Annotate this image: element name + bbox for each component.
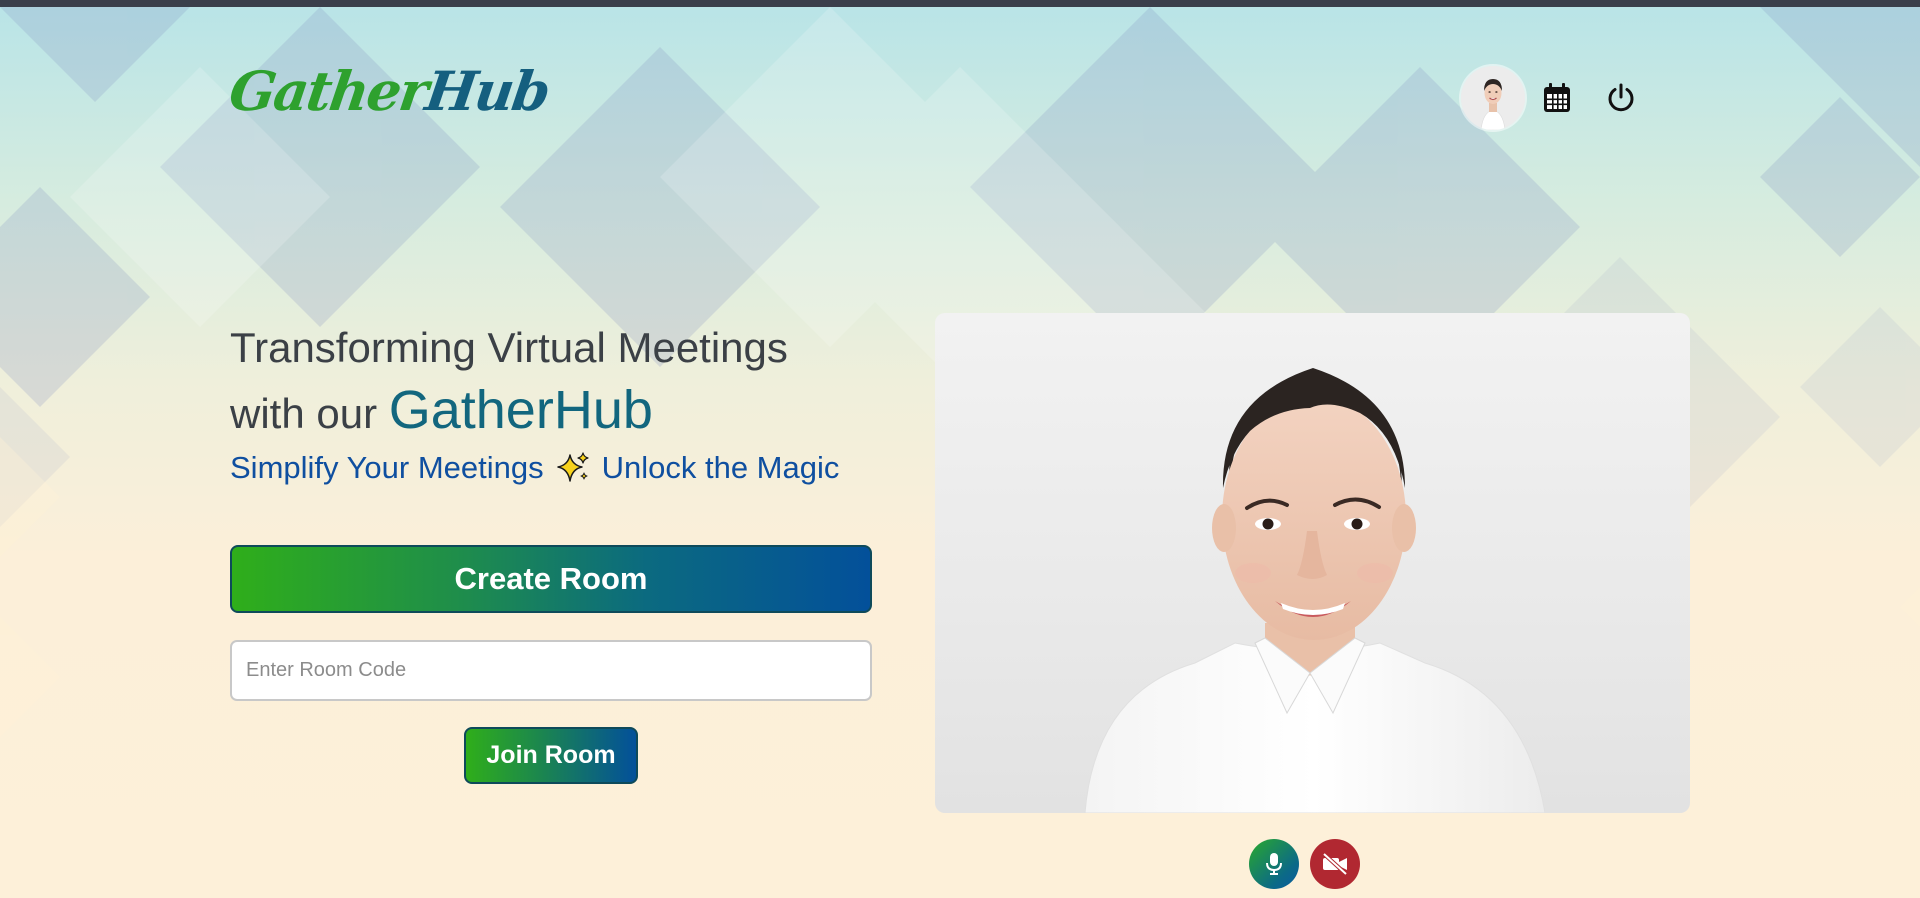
tagline-right: Unlock the Magic [601,450,840,485]
logo-text-gather: Gather [225,59,431,123]
avatar-portrait [1461,66,1525,130]
hero-title-prefix: with our [230,390,378,437]
tagline-left: Simplify Your Meetings [230,450,544,485]
gatherhub-logo[interactable]: GatherHub [226,59,553,123]
power-icon [1608,83,1634,112]
hero-title: Transforming Virtual Meetings with our G… [230,317,788,445]
hero-title-line1: Transforming Virtual Meetings [230,324,788,371]
calendar-button[interactable] [1537,78,1577,118]
logo-text-hub: Hub [421,59,553,123]
hero-title-line2: with our GatherHub [230,379,788,445]
tagline: Simplify Your Meetings Unlock the Magic [230,450,839,486]
logout-button[interactable] [1601,78,1641,118]
microphone-icon [1266,853,1282,875]
hero-title-brand: GatherHub [388,380,653,440]
create-room-button[interactable]: Create Room [230,545,872,613]
landing-page: GatherHub Transforming Virtual Meetings … [0,7,1920,898]
calendar-icon [1544,83,1570,112]
video-preview [935,313,1690,813]
camera-toggle-button[interactable] [1310,839,1360,889]
join-room-button[interactable]: Join Room [464,727,638,784]
microphone-toggle-button[interactable] [1249,839,1299,889]
avatar[interactable] [1461,66,1525,130]
browser-top-strip [0,0,1920,7]
video-preview-portrait [1084,368,1546,813]
preview-controls [1249,839,1360,889]
header-actions [1461,65,1641,131]
sparkles-icon [556,452,589,482]
room-code-input[interactable] [230,640,872,701]
video-off-icon [1322,853,1348,875]
